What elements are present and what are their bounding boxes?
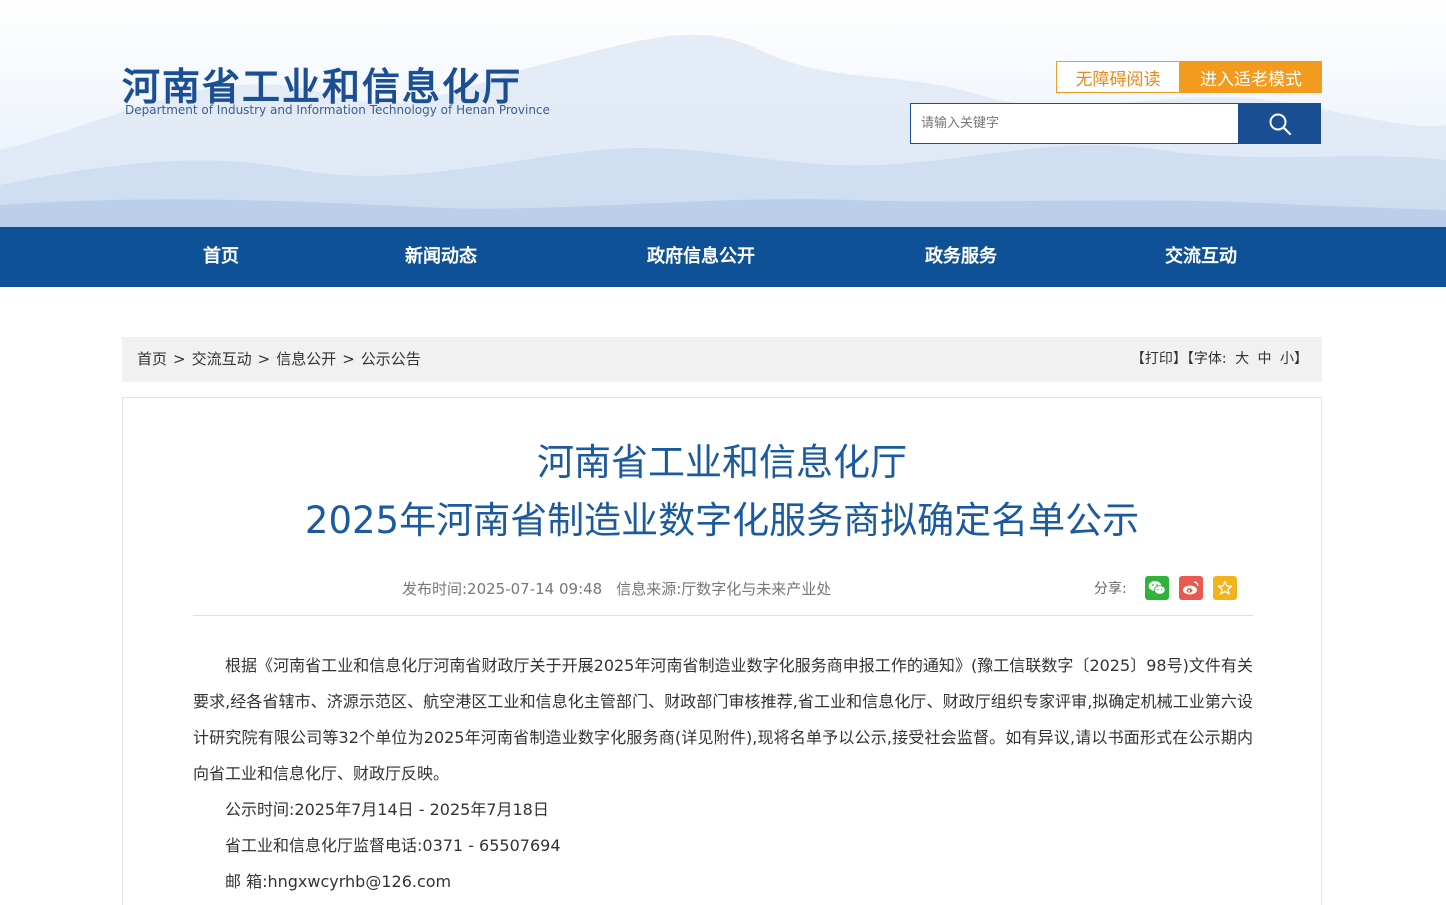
nav-item-news[interactable]: 新闻动态 <box>405 227 477 287</box>
font-large-button[interactable]: 大 <box>1235 351 1249 367</box>
supervision-phone: 省工业和信息化厅监督电话:0371 - 65507694 <box>225 836 561 855</box>
elder-mode-button[interactable]: 进入适老模式 <box>1180 61 1322 93</box>
site-header: 河南省工业和信息化厅 Department of Industry and In… <box>0 0 1446 227</box>
site-logo-subtitle: Department of Industry and Information T… <box>125 103 550 117</box>
search-bar <box>910 103 1321 144</box>
search-icon <box>1269 113 1291 135</box>
breadcrumb-interaction[interactable]: 交流互动 <box>192 350 252 368</box>
font-small-button[interactable]: 小 <box>1280 351 1294 367</box>
accessibility-buttons: 无障碍阅读 进入适老模式 <box>1056 61 1322 93</box>
share-bar: 分享: <box>1094 575 1247 601</box>
meta-divider <box>193 615 1253 616</box>
font-medium-button[interactable]: 中 <box>1258 351 1272 367</box>
font-size-close: 】 <box>1294 351 1308 367</box>
breadcrumb: 首页 > 交流互动 > 信息公开 > 公示公告 <box>137 337 421 382</box>
breadcrumb-info-open[interactable]: 信息公开 <box>276 350 336 368</box>
notice-period: 公示时间:2025年7月14日 - 2025年7月18日 <box>225 800 549 819</box>
article-title-line2: 2025年河南省制造业数字化服务商拟确定名单公示 <box>304 499 1140 542</box>
print-button[interactable]: 【打印】 <box>1131 351 1187 367</box>
article-title-line1: 河南省工业和信息化厅 <box>537 441 907 484</box>
share-label: 分享: <box>1094 581 1127 597</box>
info-source: 信息来源:厅数字化与未来产业处 <box>616 580 832 598</box>
search-button[interactable] <box>1238 103 1321 144</box>
breadcrumb-separator: > <box>173 350 186 368</box>
breadcrumb-separator: > <box>257 350 271 368</box>
article-meta: 发布时间:2025-07-14 09:48 信息来源:厅数字化与未来产业处 <box>402 578 831 599</box>
weibo-icon[interactable] <box>1178 576 1203 600</box>
search-input[interactable] <box>910 103 1238 144</box>
breadcrumb-home[interactable]: 首页 <box>137 350 167 368</box>
nav-item-services[interactable]: 政务服务 <box>925 227 997 287</box>
breadcrumb-notice[interactable]: 公示公告 <box>361 350 421 368</box>
breadcrumb-separator: > <box>342 350 355 368</box>
nav-item-gov-info[interactable]: 政府信息公开 <box>647 227 755 287</box>
main-nav: 首页 新闻动态 政府信息公开 政务服务 交流互动 <box>0 227 1446 287</box>
article-body: 根据《河南省工业和信息化厅河南省财政厅关于开展2025年河南省制造业数字化服务商… <box>193 648 1253 900</box>
contact-email: 邮 箱:hngxwcyrhb@126.com <box>225 872 452 891</box>
publish-time: 发布时间:2025-07-14 09:48 <box>402 580 603 598</box>
accessibility-reading-button[interactable]: 无障碍阅读 <box>1056 61 1180 93</box>
nav-item-interaction[interactable]: 交流互动 <box>1165 227 1237 287</box>
article-paragraph: 根据《河南省工业和信息化厅河南省财政厅关于开展2025年河南省制造业数字化服务商… <box>193 656 1253 783</box>
favorite-icon[interactable] <box>1212 576 1237 600</box>
page-tools: 【打印】【字体: 大 中 小】 <box>1131 337 1308 382</box>
nav-item-home[interactable]: 首页 <box>203 227 239 287</box>
article-container: 河南省工业和信息化厅 2025年河南省制造业数字化服务商拟确定名单公示 发布时间… <box>122 397 1322 905</box>
font-size-label: 【字体: <box>1186 351 1227 367</box>
wechat-icon[interactable] <box>1144 576 1169 600</box>
breadcrumb-bar: 首页 > 交流互动 > 信息公开 > 公示公告 【打印】【字体: 大 中 小】 <box>122 337 1322 382</box>
